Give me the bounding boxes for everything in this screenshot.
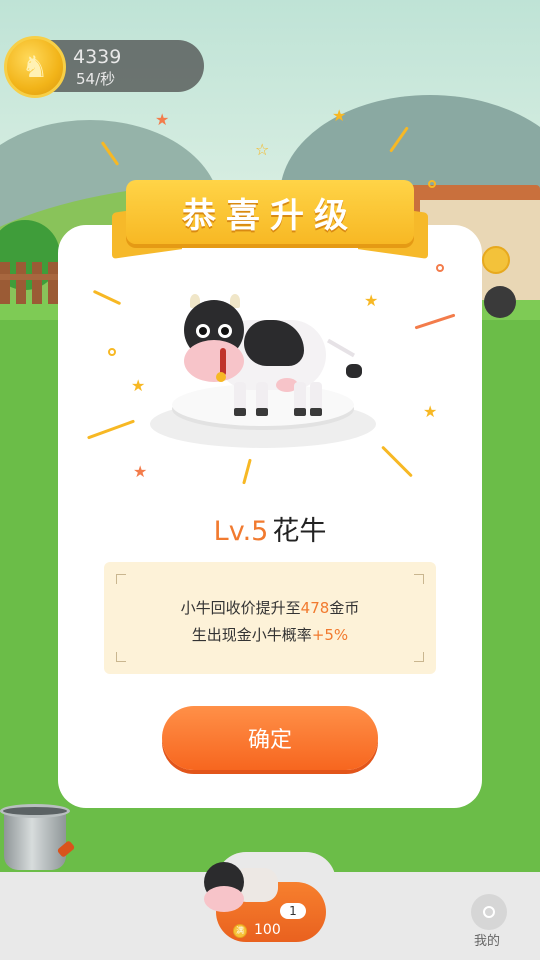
- star-icon: ☆: [255, 140, 270, 159]
- star-icon: ★: [131, 376, 146, 395]
- cow-eye: [218, 324, 232, 338]
- ribbon-title: 恭喜升级: [182, 195, 358, 236]
- buy-cow-icon: [204, 856, 280, 916]
- star-icon: ★: [423, 402, 438, 421]
- cow-muzzle: [184, 340, 244, 382]
- milk-bucket[interactable]: [0, 800, 76, 872]
- corner-decoration: [414, 652, 424, 662]
- info-text: 金币: [329, 599, 360, 617]
- corner-decoration: [116, 652, 126, 662]
- info-value: 478: [300, 599, 330, 617]
- cow-hoof: [234, 408, 246, 416]
- cow-hoof: [310, 408, 322, 416]
- cow-head: [184, 300, 244, 382]
- buy-cow-level: 1: [280, 903, 306, 919]
- corner-decoration: [116, 574, 126, 584]
- ribbon-main: 恭喜升级: [126, 180, 414, 244]
- corner-decoration: [414, 574, 424, 584]
- cow-hoof: [256, 408, 268, 416]
- confetti-ring: [428, 180, 436, 188]
- buy-cow-muzzle: [204, 886, 244, 912]
- level-title: Lv.5 花牛: [58, 509, 482, 548]
- user-icon[interactable]: [471, 894, 507, 930]
- info-text: 小牛回收价提升至: [180, 599, 301, 617]
- cow-eye: [196, 324, 210, 338]
- bucket-body: [4, 810, 66, 870]
- cow-hoof: [294, 408, 306, 416]
- buy-cow-head: [204, 862, 244, 912]
- star-icon: ★: [364, 291, 379, 310]
- confetti-ring: [108, 348, 116, 356]
- cow-tail: [327, 338, 355, 358]
- coin-icon: 满: [233, 924, 247, 938]
- cow-illustration: [176, 290, 366, 420]
- bell-icon: [216, 372, 226, 382]
- cow-name: 花牛: [272, 516, 327, 547]
- star-icon: ★: [332, 106, 347, 125]
- confirm-button[interactable]: 确定: [162, 706, 378, 770]
- info-text: 生出现金小牛概率: [191, 626, 312, 644]
- user-icon-head: [483, 906, 495, 918]
- star-icon: ★: [155, 110, 170, 129]
- confetti-ring: [436, 264, 444, 272]
- info-value: +5%: [311, 626, 349, 644]
- buy-cow-price: 100: [254, 922, 281, 938]
- bucket-rim: [0, 804, 70, 818]
- info-line-cash-chance: 生出现金小牛概率+5%: [104, 624, 436, 645]
- level-label: Lv.5: [213, 516, 269, 547]
- mine-tab-label[interactable]: 我的: [474, 930, 500, 949]
- cow-tail-tip: [346, 364, 362, 378]
- info-line-recycle-price: 小牛回收价提升至478金币: [104, 597, 436, 618]
- upgrade-info-box: 小牛回收价提升至478金币 生出现金小牛概率+5%: [104, 562, 436, 674]
- star-icon: ★: [133, 462, 148, 481]
- ribbon-banner: 恭喜升级: [112, 172, 428, 264]
